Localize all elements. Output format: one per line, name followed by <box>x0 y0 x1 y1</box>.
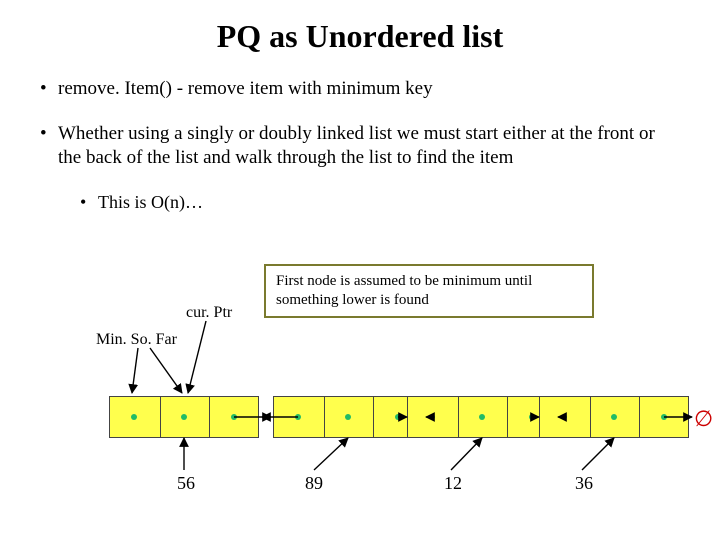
pointer-dot <box>345 414 351 420</box>
node-value: 56 <box>177 473 195 494</box>
pointer-dot <box>479 414 485 420</box>
pointer-dot <box>181 414 187 420</box>
bullet-3: This is O(n)… <box>98 191 203 214</box>
pointer-dot <box>395 414 401 420</box>
pointer-dot <box>231 414 237 420</box>
empty-set-icon: ∅ <box>694 406 713 432</box>
node-value: 36 <box>575 473 593 494</box>
bullet-dot: • <box>80 191 98 214</box>
pointer-dot <box>561 414 567 420</box>
pointer-dot <box>429 414 435 420</box>
curptr-label: cur. Ptr <box>186 304 232 322</box>
node-value: 89 <box>305 473 323 494</box>
pointer-dot <box>131 414 137 420</box>
slide-title: PQ as Unordered list <box>0 18 720 55</box>
pointer-dot <box>529 414 535 420</box>
pointer-dot <box>611 414 617 420</box>
callout-box: First node is assumed to be minimum unti… <box>264 264 594 318</box>
bullet-2: Whether using a singly or doubly linked … <box>58 122 658 171</box>
pointer-dot <box>661 414 667 420</box>
node-value: 12 <box>444 473 462 494</box>
bullet-1: remove. Item() - remove item with minimu… <box>58 77 433 102</box>
bullet-dot: • <box>40 77 58 102</box>
minsofar-label: Min. So. Far <box>96 331 177 349</box>
pointer-dot <box>295 414 301 420</box>
bullet-dot: • <box>40 122 58 171</box>
